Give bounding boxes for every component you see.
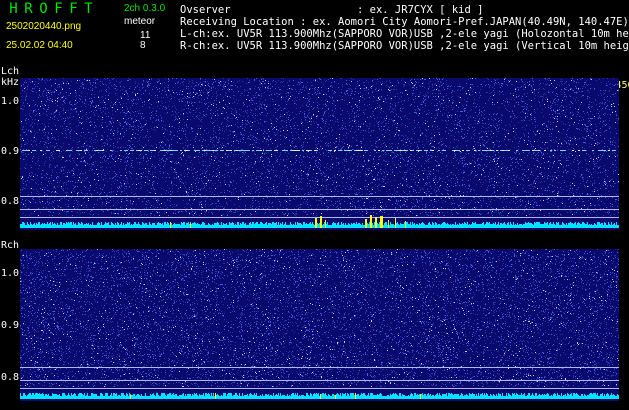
rch-freq-tick: 1.0 [1,268,19,279]
lch-freq-tick: 0.9 [1,146,19,157]
rch-freq-tick: 0.8 [1,372,19,383]
meteor-label: meteor [124,17,155,27]
app-logo: HROFFT [6,2,96,16]
filename-label: 2502020440.png [6,22,81,32]
location-line: Receiving Location : ex. Aomori City Aom… [180,17,629,28]
rch-meteor-count: 8 [140,41,146,51]
reference-line [20,209,619,210]
lch-channel-label: Lch [1,66,19,77]
logo-letter: R [21,2,36,16]
lch-unit-label: kHz [1,77,19,88]
rch-spectrogram [20,249,619,401]
logo-letter: H [6,2,21,16]
lch-spectrogram [20,78,619,230]
reference-line [20,367,619,368]
logo-letter: F [51,2,66,16]
logo-letter: T [81,2,96,16]
logo-letter: F [66,2,81,16]
logo-letter: O [36,2,51,16]
lch-spectrogram-canvas [20,78,619,230]
rch-spectrogram-canvas [20,249,619,401]
datetime-label: 25.02.02 04:40 [6,41,73,51]
observer-line: Ovserver : ex. JR7CYX [ kid ] [180,5,483,16]
lch-freq-tick: 1.0 [1,96,19,107]
reference-line [20,380,619,381]
reference-line [20,217,619,218]
rch-channel-label: Rch [1,240,19,251]
lch-config-line: L-ch:ex. UV5R 113.900Mhz(SAPPORO VOR)USB… [180,29,629,40]
lch-freq-tick: 0.8 [1,196,19,207]
reference-line [20,388,619,389]
rch-config-line: R-ch:ex. UV5R 113.900Mhz(SAPPORO VOR)USB… [180,41,629,52]
rch-freq-tick: 0.9 [1,320,19,331]
version-label: 2ch 0.3.0 [124,4,165,14]
reference-line [20,196,619,197]
